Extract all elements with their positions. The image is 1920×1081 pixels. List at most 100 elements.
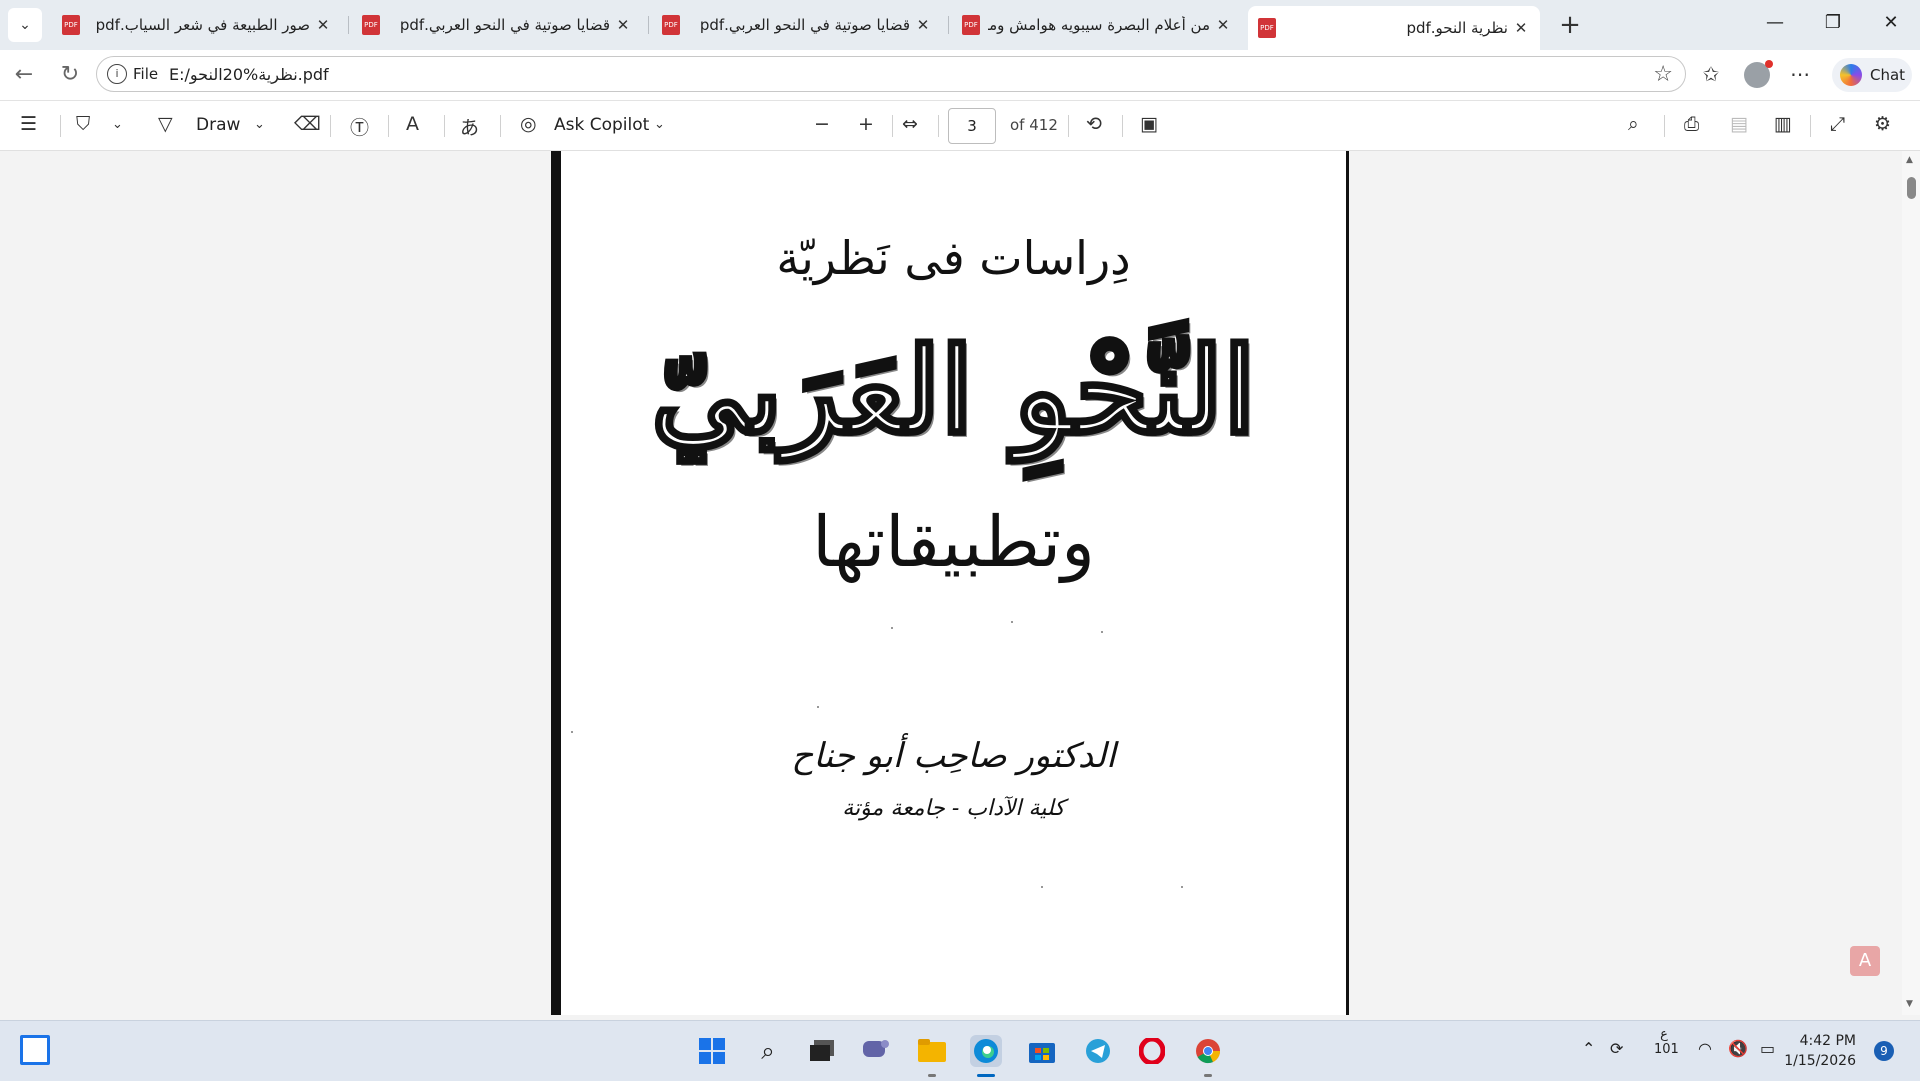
- page-view-icon[interactable]: ▣: [1140, 113, 1158, 135]
- scan-speck: [571, 731, 573, 733]
- copilot-icon: [1840, 64, 1862, 86]
- zoom-out-icon[interactable]: −: [814, 113, 830, 135]
- close-icon[interactable]: ✕: [614, 16, 632, 34]
- acrobat-icon[interactable]: A: [1850, 946, 1880, 976]
- close-icon[interactable]: ✕: [1512, 19, 1530, 37]
- close-window-button[interactable]: ✕: [1876, 12, 1906, 33]
- notification-badge[interactable]: 9: [1874, 1041, 1894, 1061]
- settings-gear-icon[interactable]: ⚙: [1874, 113, 1891, 135]
- tray-number: 101: [1654, 1042, 1679, 1057]
- teams-chat-icon[interactable]: [860, 1035, 892, 1067]
- refresh-icon: ↻: [60, 62, 80, 87]
- close-icon[interactable]: ✕: [914, 16, 932, 34]
- vertical-scrollbar[interactable]: ▲ ▼: [1902, 151, 1920, 1015]
- new-tab-button[interactable]: +: [1555, 10, 1585, 40]
- task-view-icon[interactable]: [806, 1035, 838, 1067]
- toolbar-separator: [388, 115, 389, 137]
- close-icon[interactable]: ✕: [1214, 16, 1232, 34]
- page-number-input[interactable]: 3: [948, 108, 996, 144]
- volume-muted-icon[interactable]: 🔇: [1728, 1039, 1748, 1058]
- tab-4[interactable]: PDF من أعلام البصرة سيبويه هوامش وملا ✕: [952, 6, 1242, 44]
- contents-list-icon[interactable]: ☰: [20, 113, 37, 135]
- clock[interactable]: 4:42 PM 1/15/2026: [1766, 1031, 1856, 1071]
- toolbar-separator: [444, 115, 445, 137]
- scan-speck: [1181, 886, 1183, 888]
- input-language[interactable]: ع 101: [1654, 1027, 1679, 1057]
- toolbar-separator: [1810, 115, 1811, 137]
- chevron-down-icon[interactable]: ⌄: [654, 117, 665, 132]
- widgets-icon[interactable]: [20, 1035, 50, 1065]
- read-aloud-icon[interactable]: A: [406, 113, 419, 135]
- toolbar-separator: [892, 115, 893, 137]
- scan-speck: [1011, 621, 1013, 623]
- chevron-down-icon[interactable]: ⌄: [112, 117, 123, 132]
- more-options-icon[interactable]: ⋯: [1786, 62, 1814, 86]
- date-text: 1/15/2026: [1784, 1053, 1856, 1069]
- draw-label[interactable]: Draw: [196, 115, 240, 135]
- eraser-icon[interactable]: ⌫: [294, 113, 321, 135]
- rotate-icon[interactable]: ⟲: [1086, 113, 1102, 135]
- running-indicator: [1204, 1074, 1212, 1077]
- close-icon[interactable]: ✕: [314, 16, 332, 34]
- title-line-2: النَّحْوِ العَرَبيّ: [649, 319, 1258, 462]
- favorite-star-icon[interactable]: ☆: [1653, 62, 1673, 87]
- minimize-button[interactable]: —: [1760, 12, 1790, 33]
- address-input[interactable]: i File E:/نظرية%20النحو.pdf ☆: [96, 56, 1686, 92]
- tab-3[interactable]: PDF قضايا صوتية في النحو العربي.pdf ✕: [652, 6, 942, 44]
- fullscreen-icon[interactable]: ⤢: [1830, 113, 1845, 135]
- scan-speck: [817, 706, 819, 708]
- pdf-file-icon: PDF: [62, 15, 80, 35]
- search-icon[interactable]: ⌕: [752, 1035, 784, 1067]
- show-hidden-icons-chevron[interactable]: ⌃: [1582, 1039, 1595, 1058]
- search-icon[interactable]: ⌕: [1628, 113, 1639, 135]
- scroll-up-icon[interactable]: ▲: [1906, 155, 1913, 165]
- tab-2[interactable]: PDF قضايا صوتية في النحو العربي.pdf ✕: [352, 6, 642, 44]
- translate-icon[interactable]: あ: [460, 113, 479, 140]
- pdf-file-icon: PDF: [962, 15, 980, 35]
- tab-divider: [948, 16, 949, 34]
- active-indicator: [977, 1074, 995, 1077]
- microsoft-store-icon[interactable]: [1026, 1035, 1058, 1067]
- fit-to-width-icon[interactable]: ⇔: [902, 113, 918, 135]
- author-affiliation: كلية الآداب - جامعة مؤتة: [842, 796, 1065, 821]
- print-icon[interactable]: ⎙: [1684, 113, 1699, 135]
- tab-1[interactable]: PDF صور الطبيعة في شعر السياب.pdf ✕: [52, 6, 342, 44]
- tab-title: قضايا صوتية في النحو العربي.pdf: [399, 16, 610, 34]
- pdf-page: دِراسات فى نَظريّة النَّحْوِ العَرَبيّ و…: [551, 151, 1349, 1015]
- wifi-icon[interactable]: ◠: [1698, 1039, 1712, 1058]
- edge-browser-icon[interactable]: [970, 1035, 1002, 1067]
- highlight-icon[interactable]: ⛉: [76, 113, 90, 135]
- toolbar-separator: [60, 115, 61, 137]
- file-explorer-icon[interactable]: [916, 1035, 948, 1067]
- refresh-button[interactable]: ↻: [56, 62, 84, 87]
- tab-5-active[interactable]: PDF نظرية النحو.pdf ✕: [1248, 6, 1540, 50]
- zoom-in-icon[interactable]: +: [858, 113, 874, 135]
- ask-copilot-label[interactable]: Ask Copilot: [554, 115, 649, 135]
- info-icon[interactable]: i: [107, 64, 127, 84]
- chrome-icon[interactable]: [1192, 1035, 1224, 1067]
- tab-title: قضايا صوتية في النحو العربي.pdf: [699, 16, 910, 34]
- draw-icon[interactable]: ▽: [158, 113, 173, 135]
- sync-icon[interactable]: ⟳: [1610, 1039, 1623, 1058]
- pdf-viewer[interactable]: دِراسات فى نَظريّة النَّحْوِ العَرَبيّ و…: [0, 151, 1902, 1015]
- chevron-down-icon[interactable]: ⌄: [254, 117, 265, 132]
- title-line-1: دِراسات فى نَظريّة: [776, 231, 1131, 285]
- save-as-icon[interactable]: ▥: [1774, 113, 1792, 135]
- profile-alert-dot: [1765, 60, 1773, 68]
- save-icon[interactable]: ▤: [1730, 113, 1748, 135]
- restore-button[interactable]: ❐: [1818, 12, 1848, 33]
- scroll-down-icon[interactable]: ▼: [1906, 999, 1913, 1009]
- tab-actions-menu-button[interactable]: ⌄: [8, 8, 42, 42]
- telegram-icon[interactable]: [1082, 1035, 1114, 1067]
- start-windows-icon[interactable]: [696, 1035, 728, 1067]
- add-text-icon[interactable]: Ⓣ: [350, 113, 369, 140]
- copilot-chat-button[interactable]: Chat: [1832, 58, 1912, 92]
- copilot-icon[interactable]: ◎: [520, 113, 537, 135]
- favorites-icon[interactable]: ✩: [1697, 62, 1725, 86]
- title-line-3: وتطبيقاتها: [812, 501, 1095, 583]
- scrollbar-thumb[interactable]: [1907, 177, 1916, 199]
- opera-icon[interactable]: [1136, 1035, 1168, 1067]
- time-text: 4:42 PM: [1799, 1033, 1856, 1049]
- pdf-file-icon: PDF: [662, 15, 680, 35]
- back-button[interactable]: ←: [10, 62, 38, 87]
